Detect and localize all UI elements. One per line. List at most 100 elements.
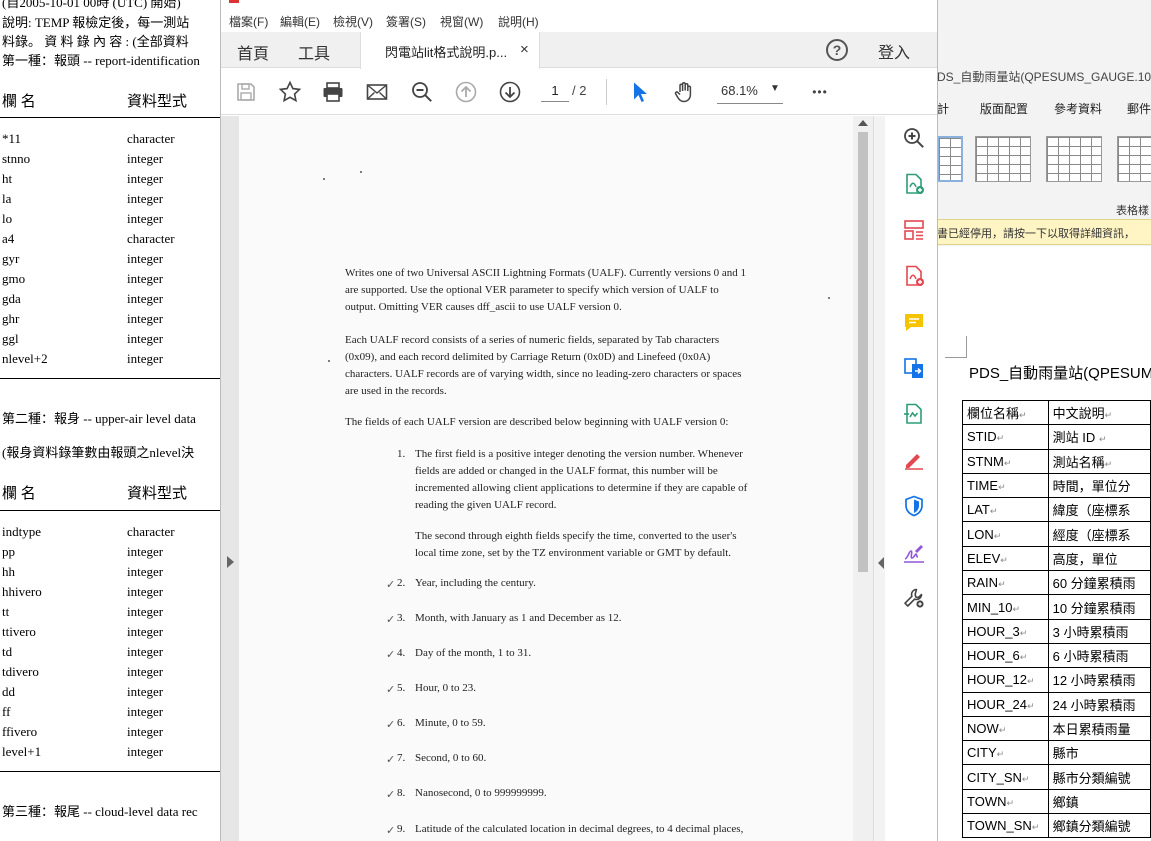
left-table-header-name: 欄 名 xyxy=(2,94,36,110)
pdf-text-line: characters. UALF records are of varying … xyxy=(345,368,742,380)
close-tab-icon[interactable]: × xyxy=(520,41,529,58)
field-name-cell[interactable]: NOW↵ xyxy=(962,715,1049,742)
paragraph-mark-icon: ↵ xyxy=(1031,822,1040,833)
bookmark-star-icon[interactable] xyxy=(277,79,303,105)
field-description-cell[interactable]: 6 小時累積雨 xyxy=(1047,642,1151,669)
field-name-cell[interactable]: HOUR_3↵ xyxy=(962,618,1049,644)
field-name-cell[interactable]: CITY↵ xyxy=(962,740,1049,766)
field-description-cell[interactable]: 高度，單位 xyxy=(1047,545,1151,572)
menu-window[interactable]: 視窗(W) xyxy=(440,13,483,30)
send-for-signature-icon[interactable] xyxy=(901,401,927,427)
field-name-cell[interactable]: LON↵ xyxy=(962,521,1049,547)
field-name-cell[interactable]: ELEV↵ xyxy=(962,545,1049,572)
page-number-input[interactable]: 1 xyxy=(541,80,569,102)
field-name-cell[interactable]: STID↵ xyxy=(962,424,1049,450)
field-name-cell[interactable]: TOWN_SN↵ xyxy=(962,813,1049,839)
zoom-out-icon[interactable] xyxy=(409,79,435,105)
field-description-cell[interactable]: 60 分鐘累積雨 xyxy=(1047,570,1151,596)
table-row: HOUR_24↵ 24 小時累積雨 xyxy=(962,691,1151,717)
paragraph-mark-icon: ↵ xyxy=(1003,457,1012,468)
collapse-tools-pane-icon[interactable] xyxy=(878,557,884,569)
field-name-cell[interactable]: STNM↵ xyxy=(962,448,1049,474)
field-description-cell[interactable]: 時間，單位分 xyxy=(1047,472,1151,499)
field-description-cell[interactable]: 12 小時累積雨 xyxy=(1047,667,1151,693)
combine-files-icon[interactable] xyxy=(901,355,927,381)
help-icon[interactable]: ? xyxy=(826,39,848,61)
ribbon-tab-mailings[interactable]: 郵件 xyxy=(1127,100,1151,117)
field-name-cell[interactable]: MIN_10↵ xyxy=(962,594,1049,620)
field-name-cell[interactable]: TIME↵ xyxy=(962,472,1049,499)
field-description-cell[interactable]: 3 小時累積雨 xyxy=(1047,618,1151,644)
field-description-cell[interactable]: 24 小時累積雨 xyxy=(1047,691,1151,717)
save-icon[interactable] xyxy=(233,79,259,105)
pdf-list-number: 8. xyxy=(397,787,406,799)
field-name-cell[interactable]: LAT↵ xyxy=(962,497,1049,523)
zoom-in-icon[interactable] xyxy=(901,125,927,151)
field-type-cell: integer xyxy=(127,624,164,639)
field-description-cell[interactable]: 縣市分類編號 xyxy=(1047,764,1151,790)
field-name-cell[interactable]: HOUR_24↵ xyxy=(962,691,1049,717)
tab-home[interactable]: 首頁 xyxy=(237,40,269,64)
field-name-cell[interactable]: CITY_SN↵ xyxy=(962,764,1049,790)
select-cursor-icon[interactable] xyxy=(627,79,653,105)
edit-pdf-icon[interactable] xyxy=(901,447,927,473)
organize-pages-icon[interactable] xyxy=(901,217,927,243)
field-description-cell[interactable]: 測站 ID ↵ xyxy=(1047,424,1151,450)
field-description-cell[interactable]: 縣市 xyxy=(1047,740,1151,766)
field-description-cell[interactable]: 10 分鐘累積雨 xyxy=(1047,594,1151,620)
fill-and-sign-icon[interactable] xyxy=(901,539,927,565)
field-name-cell[interactable]: HOUR_6↵ xyxy=(962,642,1049,669)
menu-sign[interactable]: 簽署(S) xyxy=(386,13,426,30)
expand-left-panel-icon[interactable] xyxy=(227,556,234,568)
field-description-cell[interactable]: 經度（座標系 xyxy=(1047,521,1151,547)
print-icon[interactable] xyxy=(320,79,346,105)
protect-shield-icon[interactable] xyxy=(901,493,927,519)
menu-view[interactable]: 檢視(V) xyxy=(333,13,373,30)
next-page-icon[interactable] xyxy=(497,79,523,105)
scroll-up-icon[interactable] xyxy=(858,120,868,126)
zoom-level-select[interactable]: 68.1% xyxy=(721,83,758,98)
table-style-thumbnail[interactable] xyxy=(937,136,963,182)
left-doc-line: (自2005-10-01 00時 (UTC) 開始) xyxy=(2,0,181,10)
field-name-cell[interactable]: RAIN↵ xyxy=(962,570,1049,596)
field-type-cell: integer xyxy=(127,584,164,599)
export-pdf-icon[interactable] xyxy=(901,171,927,197)
cell-text: 縣市 xyxy=(1052,746,1079,762)
field-description-cell[interactable]: 本日累積雨量 xyxy=(1047,715,1151,742)
ribbon-tab-design[interactable]: 計 xyxy=(937,100,949,117)
menu-edit[interactable]: 編輯(E) xyxy=(280,13,320,30)
field-description-cell[interactable]: 測站名稱↵ xyxy=(1047,448,1151,474)
field-name-cell[interactable]: 欄位名稱↵ xyxy=(962,399,1049,426)
sign-in-button[interactable]: 登入 xyxy=(878,39,910,63)
tab-tools[interactable]: 工具 xyxy=(298,40,330,64)
field-description-cell[interactable]: 中文說明↵ xyxy=(1047,399,1151,426)
left-doc-line: 料錄。 資 料 錄 內 容 : (全部資料 xyxy=(2,34,189,49)
chevron-down-icon[interactable]: ▼ xyxy=(770,83,780,94)
ribbon-tab-layout[interactable]: 版面配置 xyxy=(980,100,1028,117)
more-tools-wrench-icon[interactable] xyxy=(901,585,927,611)
menu-help[interactable]: 說明(H) xyxy=(498,13,539,30)
more-tools-icon[interactable]: ••• xyxy=(806,79,834,105)
field-name-cell[interactable]: HOUR_12↵ xyxy=(962,667,1049,693)
table-style-thumbnail[interactable] xyxy=(1046,136,1102,182)
scrollbar-thumb[interactable] xyxy=(858,132,868,572)
field-description-cell[interactable]: 緯度（座標系 xyxy=(1047,497,1151,523)
previous-page-icon[interactable] xyxy=(453,79,479,105)
email-icon[interactable] xyxy=(364,79,390,105)
comment-icon[interactable] xyxy=(901,309,927,335)
field-description-cell[interactable]: 鄉鎮分類編號 xyxy=(1047,813,1151,839)
field-type-cell: integer xyxy=(127,331,164,346)
field-type-cell: integer xyxy=(127,171,164,186)
ribbon-tab-references[interactable]: 參考資料 xyxy=(1054,100,1102,117)
word-info-bar[interactable]: 書已經停用，請按一下以取得詳細資訊， xyxy=(937,219,1151,245)
left-table-header-type: 資料型式 xyxy=(127,94,188,110)
tools-pane-splitter[interactable] xyxy=(873,116,885,841)
field-name-cell[interactable]: TOWN↵ xyxy=(962,788,1049,815)
tab-document[interactable]: 閃電站lit格式說明.p... × xyxy=(360,32,540,69)
hand-tool-icon[interactable] xyxy=(671,79,697,105)
table-style-thumbnail[interactable] xyxy=(1117,136,1151,182)
field-description-cell[interactable]: 鄉鎮 xyxy=(1047,788,1151,815)
menu-file[interactable]: 檔案(F) xyxy=(229,13,268,30)
table-style-thumbnail[interactable] xyxy=(975,136,1031,182)
create-pdf-icon[interactable] xyxy=(901,263,927,289)
